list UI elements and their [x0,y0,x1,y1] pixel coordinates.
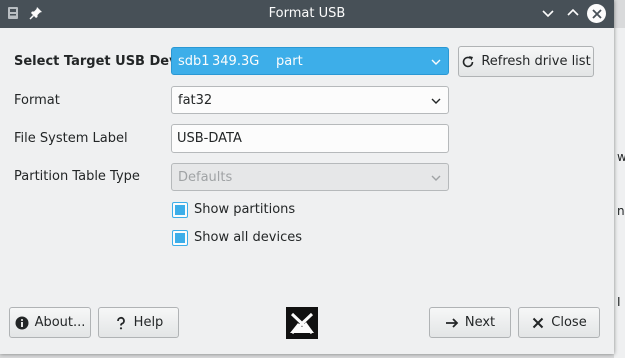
fs-label-input[interactable]: USB-DATA [171,124,449,153]
title-bar[interactable]: Format USB [0,0,614,28]
about-button[interactable]: About... [9,307,91,338]
info-icon [15,316,29,330]
format-label: Format [14,93,60,108]
maximize-icon[interactable] [565,5,581,21]
fs-label-label: File System Label [14,131,128,146]
format-value: fat32 [178,93,213,108]
help-label: Help [133,315,164,330]
partition-table-label: Partition Table Type [14,169,140,184]
format-select[interactable]: fat32 [171,86,449,114]
window-title: Format USB [268,6,346,21]
device-type: part [276,54,303,69]
close-button[interactable]: Close [518,307,600,338]
next-label: Next [464,315,496,330]
help-icon [114,316,128,330]
show-partitions-label[interactable]: Show partitions [194,202,295,217]
chevron-down-icon [431,59,441,65]
refresh-drive-list-button[interactable]: Refresh drive list [458,46,594,77]
background-text: I [617,295,621,309]
close-icon [531,316,545,330]
format-usb-dialog: Format USB Select Target USB Device sdb1… [0,0,614,354]
chevron-down-icon [431,175,441,181]
mx-logo [286,307,318,339]
refresh-label: Refresh drive list [481,54,591,69]
next-button[interactable]: Next [429,307,511,338]
partition-table-value: Defaults [178,170,233,185]
background-text: nd [617,204,625,218]
device-name: sdb1 [178,54,210,69]
show-partitions-checkbox[interactable] [172,202,188,218]
show-all-devices-checkbox[interactable] [172,230,188,246]
help-button[interactable]: Help [98,307,179,338]
partition-table-select[interactable]: Defaults [171,163,449,191]
close-label: Close [551,315,587,330]
chevron-down-icon [431,98,441,104]
device-select[interactable]: sdb1 349.3G part [171,47,449,75]
minimize-icon[interactable] [540,5,556,21]
show-all-devices-label[interactable]: Show all devices [194,230,302,245]
background-text: w [617,150,625,164]
close-window-icon[interactable] [587,4,606,23]
arrow-right-icon [445,316,459,330]
about-label: About... [34,315,86,330]
refresh-icon [461,55,475,69]
device-size: 349.3G [212,54,260,69]
